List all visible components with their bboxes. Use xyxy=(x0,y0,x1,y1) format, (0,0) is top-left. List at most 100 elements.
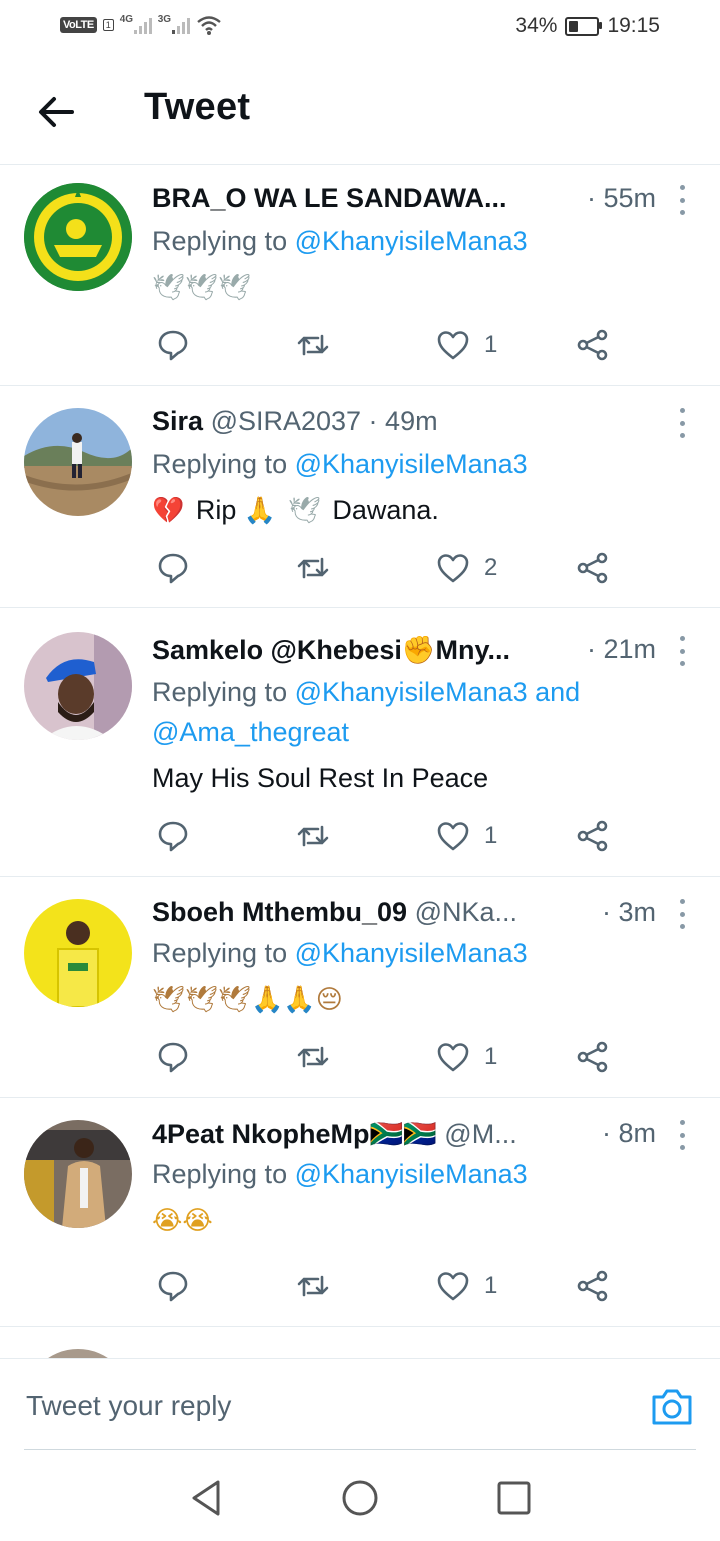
reply-button[interactable] xyxy=(156,325,190,365)
replying-prefix: Replying to xyxy=(152,938,295,968)
more-options-button[interactable] xyxy=(674,408,690,438)
avatar[interactable] xyxy=(24,183,132,291)
more-options-button[interactable] xyxy=(674,636,690,666)
like-count: 1 xyxy=(484,331,498,358)
tweet-header: 4Peat NkopheMp🇿🇦🇿🇦 @M... xyxy=(152,1118,550,1150)
camera-button[interactable] xyxy=(650,1387,694,1427)
tweet-header: Sira @SIRA2037 · 49m xyxy=(152,406,680,437)
like-button[interactable]: 1 xyxy=(436,1037,497,1077)
like-count: 1 xyxy=(484,1272,498,1299)
tweet-text: May His Soul Rest In Peace xyxy=(152,763,489,793)
tweet-time: · 3m xyxy=(602,897,656,927)
tweet-header: Sboeh Mthembu_09 @NKa... xyxy=(152,897,550,928)
reply-bubble-icon xyxy=(158,821,188,852)
share-icon xyxy=(577,1270,608,1302)
avatar[interactable] xyxy=(24,1349,132,1358)
tweet-header: Samkelo @Khebesi✊Mny... xyxy=(152,634,550,666)
volte-badge: VoLTE xyxy=(60,17,97,33)
like-count: 1 xyxy=(484,1043,498,1070)
tweet-body: 🕊🕊🕊 xyxy=(152,267,680,308)
back-button[interactable] xyxy=(34,90,78,134)
share-button[interactable] xyxy=(576,325,610,365)
reply-button[interactable] xyxy=(156,548,190,588)
tweet-body: 🕊🕊🕊🙏🙏😔 xyxy=(152,979,680,1020)
tweet-emoji: 🕊🕊🕊🙏🙏😔 xyxy=(152,985,343,1015)
reply-button[interactable] xyxy=(156,816,190,856)
mention-link[interactable]: @KhanyisileMana3 xyxy=(295,226,528,256)
mention-link[interactable]: @KhanyisileMana3 xyxy=(295,449,528,479)
retweet-button[interactable] xyxy=(296,325,330,365)
tweet-time: · 55m xyxy=(586,183,656,213)
share-button[interactable] xyxy=(576,548,610,588)
mention-link[interactable]: @Ama_thegreat xyxy=(152,717,349,747)
author-name[interactable]: Sira xyxy=(152,406,203,436)
landscape-photo-icon xyxy=(24,408,132,516)
praying-hands-emoji: 🙏 xyxy=(243,496,277,526)
mention-link[interactable]: @KhanyisileMana3 and xyxy=(295,677,581,707)
tweet-item[interactable]: BRA_O WA LE SANDAWA... · 55m Replying to… xyxy=(0,165,720,386)
author-name[interactable]: BRA_O WA LE SANDAWA... xyxy=(152,183,507,213)
replying-prefix: Replying to xyxy=(152,449,295,479)
heart-icon xyxy=(437,822,469,851)
more-options-button[interactable] xyxy=(674,899,690,929)
retweet-button[interactable] xyxy=(296,548,330,588)
retweet-icon xyxy=(297,825,329,847)
reply-button[interactable] xyxy=(156,1037,190,1077)
nav-home-button[interactable] xyxy=(340,1478,380,1518)
sundowns-crest-icon xyxy=(24,183,132,291)
wifi-icon xyxy=(196,16,221,35)
share-button[interactable] xyxy=(576,816,610,856)
tweet-item[interactable]: Sira @SIRA2037 · 49m Replying to @Khanyi… xyxy=(0,386,720,608)
like-button[interactable]: 1 xyxy=(436,325,497,365)
tweet-item[interactable]: Sboeh Mthembu_09 @NKa... · 3m Replying t… xyxy=(0,877,720,1098)
tweet-item-partial[interactable] xyxy=(0,1327,720,1358)
tweet-text-suffix: Dawana. xyxy=(332,495,439,525)
reply-input[interactable] xyxy=(24,1379,628,1433)
replying-to: Replying to @KhanyisileMana3 xyxy=(152,444,680,484)
avatar[interactable] xyxy=(24,1120,132,1228)
camera-icon xyxy=(652,1389,692,1425)
avatar[interactable] xyxy=(24,632,132,740)
more-options-button[interactable] xyxy=(674,185,690,215)
system-nav-bar xyxy=(0,1450,720,1541)
retweet-button[interactable] xyxy=(296,1037,330,1077)
nav-recents-button[interactable] xyxy=(494,1478,534,1518)
retweet-button[interactable] xyxy=(296,1266,330,1306)
avatar[interactable] xyxy=(24,899,132,1007)
tweet-body: 😭😭 xyxy=(152,1200,680,1241)
replying-to: Replying to @KhanyisileMana3 and @Ama_th… xyxy=(152,672,680,752)
tweet-emoji: 😭😭 xyxy=(152,1206,213,1236)
reply-bubble-icon xyxy=(158,1271,188,1302)
signal-4g-icon: 4G xyxy=(120,14,152,34)
author-name[interactable]: Samkelo @Khebesi✊Mny... xyxy=(152,635,510,665)
like-button[interactable]: 1 xyxy=(436,1266,497,1306)
tweet-body: May His Soul Rest In Peace xyxy=(152,758,680,798)
tweet-actions: 1 xyxy=(152,1266,622,1306)
replying-to: Replying to @KhanyisileMana3 xyxy=(152,933,680,973)
tweet-item[interactable]: 4Peat NkopheMp🇿🇦🇿🇦 @M... · 8m Replying t… xyxy=(0,1098,720,1327)
dove-emoji: 🕊 xyxy=(287,496,321,526)
avatar[interactable] xyxy=(24,408,132,516)
reply-button[interactable] xyxy=(156,1266,190,1306)
tweet-item[interactable]: Samkelo @Khebesi✊Mny... · 21m Replying t… xyxy=(0,608,720,877)
author-name[interactable]: Sboeh Mthembu_09 xyxy=(152,897,407,927)
tweet-time: · 21m xyxy=(586,634,656,664)
like-count: 1 xyxy=(484,822,498,849)
like-button[interactable]: 2 xyxy=(436,548,497,588)
more-options-button[interactable] xyxy=(674,1120,690,1150)
circle-home-icon xyxy=(342,1480,378,1516)
tweet-actions: 1 xyxy=(152,325,622,365)
author-handle: @M... xyxy=(444,1119,517,1149)
nav-back-button[interactable] xyxy=(186,1478,226,1518)
tweet-body: 💔 Rip 🙏 🕊 Dawana. xyxy=(152,490,680,531)
mention-link[interactable]: @KhanyisileMana3 xyxy=(295,938,528,968)
status-left: VoLTE 1 4G 3G xyxy=(60,14,222,36)
reply-bubble-icon xyxy=(158,330,188,361)
mention-link[interactable]: @KhanyisileMana3 xyxy=(295,1159,528,1189)
reply-bubble-icon xyxy=(158,1042,188,1073)
retweet-button[interactable] xyxy=(296,816,330,856)
share-button[interactable] xyxy=(576,1266,610,1306)
like-button[interactable]: 1 xyxy=(436,816,497,856)
share-button[interactable] xyxy=(576,1037,610,1077)
author-name[interactable]: 4Peat NkopheMp🇿🇦🇿🇦 xyxy=(152,1119,437,1149)
